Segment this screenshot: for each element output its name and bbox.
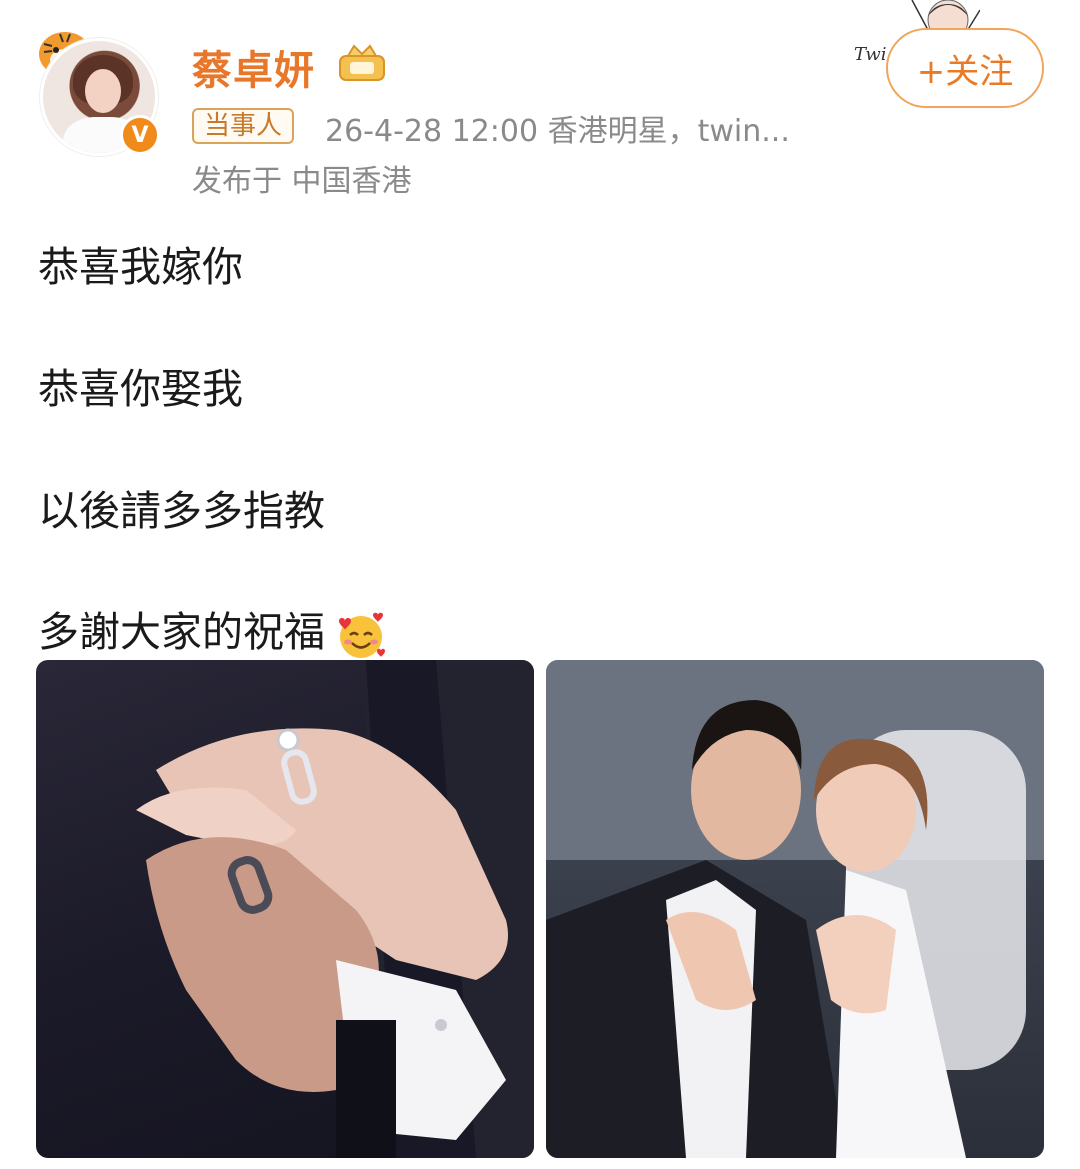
post-meta: 26-4-28 12:00 香港明星，twin... <box>325 114 790 149</box>
sticker-text: Twi <box>854 44 887 65</box>
post-text-line-1: 恭喜我嫁你 <box>38 243 243 291</box>
rings-photo-illustration <box>136 660 534 1158</box>
smiling-face-with-hearts-emoji <box>339 612 385 658</box>
post-text-line-3: 以後請多多指教 <box>38 487 325 535</box>
follow-button[interactable]: +关注 <box>886 28 1044 108</box>
published-location: 发布于 中国香港 <box>192 164 412 199</box>
verified-v-icon: V <box>120 115 160 155</box>
vip-crown-badge-icon[interactable] <box>336 42 388 84</box>
post-text-line-4: 多謝大家的祝福 <box>38 598 387 661</box>
status-badge: 当事人 <box>192 108 295 144</box>
couple-photo-illustration <box>546 660 1044 1158</box>
username[interactable]: 蔡卓妍 <box>192 38 315 96</box>
post-text-line-2: 恭喜你娶我 <box>38 365 243 413</box>
post-image-rings[interactable] <box>36 660 534 1158</box>
post-text-line-4-label: 多謝大家的祝福 <box>38 608 325 656</box>
user-avatar-container[interactable]: V <box>30 20 160 156</box>
post-image-couple[interactable] <box>546 660 1044 1158</box>
